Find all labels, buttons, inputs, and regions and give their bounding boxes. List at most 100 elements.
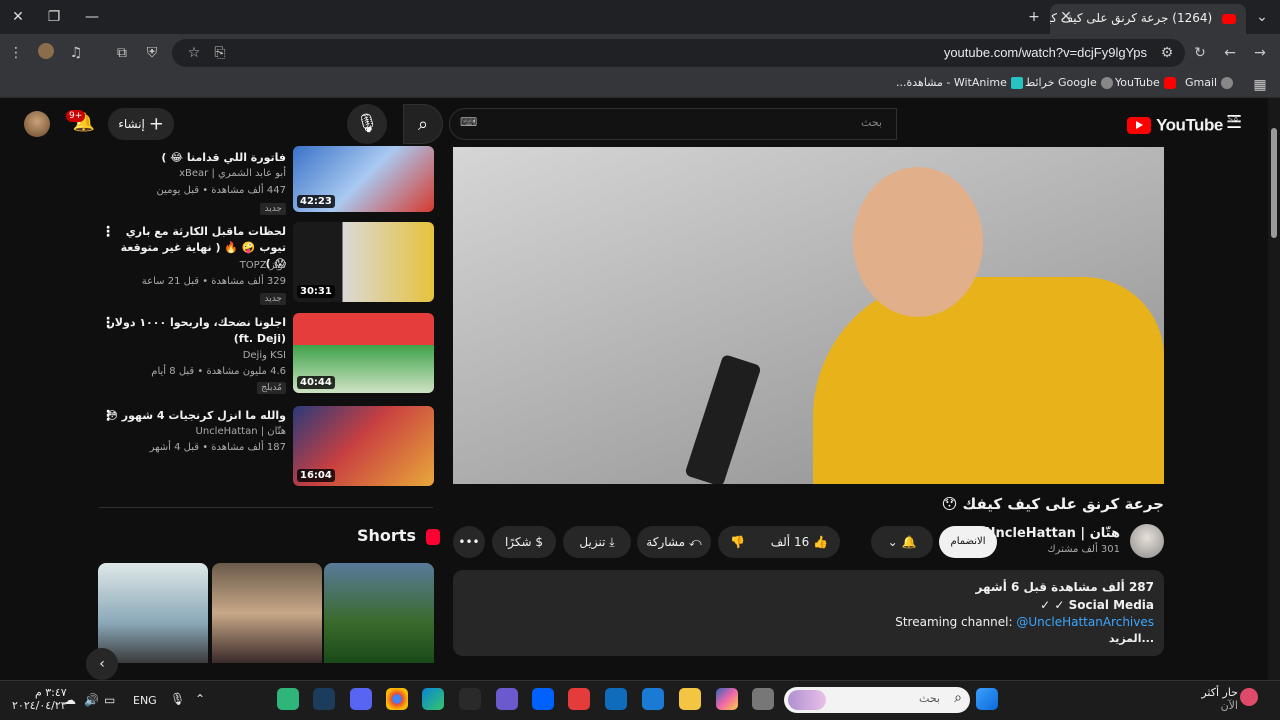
description-box[interactable]: 287 ألف مشاهدة قبل 6 أشهر Social Media ✓… [453,570,1164,656]
short-thumbnail[interactable] [98,563,208,663]
search-input[interactable]: بحث ⌨ [449,108,897,140]
windows-start-icon[interactable] [976,688,998,710]
edge-icon[interactable] [422,688,444,710]
video-thumbnail[interactable]: 16:04 [293,406,434,486]
bookmark-witanime[interactable]: WitAnime - مشاهدة... [896,76,1023,89]
app-icon[interactable] [568,688,590,710]
close-window-icon[interactable]: ✕ [6,6,30,28]
more-actions-button[interactable]: ••• [453,526,485,558]
bookmark-maps[interactable]: Google خرائط [1025,76,1113,89]
video-thumbnail[interactable]: 40:44 [293,313,434,393]
profile-icon[interactable] [36,43,56,63]
video-thumbnail[interactable]: 42:23 [293,146,434,212]
subscribed-button[interactable]: 🔔 ⌄ [871,526,933,558]
close-tab-icon[interactable]: ✕ [1054,6,1078,28]
show-more-link[interactable]: ...المزيد [1109,632,1154,645]
like-button[interactable]: 👍 16 ألف [771,526,828,558]
screenshot-icon[interactable]: ⎘ [210,43,230,63]
video-title: جرعة كرنق على كيف كيفك 😯 [941,495,1164,513]
video-player[interactable] [453,147,1164,484]
language-indicator[interactable]: ENG [133,694,157,707]
network-icon[interactable]: ▭ [104,693,115,707]
copilot-icon[interactable] [716,688,738,710]
weather-widget[interactable]: حار أكثر الآن [1198,686,1238,712]
shorts-prev-button[interactable]: ‹ [86,648,118,680]
volume-icon[interactable]: 🔊 [84,693,99,707]
youtube-favicon-icon [1222,13,1236,24]
cloud-icon[interactable]: ☁ [64,693,76,707]
channel-link[interactable]: @UncleHattanArchives [1016,615,1154,629]
divider [99,507,433,508]
clock[interactable]: ٣:٤٧ م ٢٠٢٤/٠٤/٢٣ [12,686,67,712]
search-icon: ⌕ [954,690,962,706]
short-thumbnail[interactable] [212,563,322,663]
plus-icon: + [148,113,164,135]
app-icon[interactable] [277,688,299,710]
new-tab-icon[interactable]: + [1022,6,1046,28]
tray-expand-icon[interactable]: ⌃ [195,692,205,706]
related-video-item[interactable]: 42:23 فاتورة اللي قدامنا 😂 ) أبو عابد ال… [100,146,436,218]
app-icon[interactable] [496,688,518,710]
mic-icon[interactable]: 🎙 [170,692,185,706]
store-icon[interactable] [642,688,664,710]
join-button[interactable]: الانضمام [939,526,997,558]
related-video-item[interactable]: 16:04 ⋮ والله ما انزل كرنجيات 4 شهور 😳 ه… [100,406,436,488]
related-video-item[interactable]: 30:31 ⋮ لحظات ماقبل الكارثة مع باري تيوب… [100,222,436,305]
notifications-button[interactable]: 🔔 9+ [66,110,96,136]
share-button[interactable]: ⤺ مشاركة [637,526,711,558]
media-icon[interactable]: ♫ [66,43,86,63]
menu-icon[interactable]: ⋮ [6,43,26,63]
chevron-down-icon: ⌄ [887,535,898,549]
avatar[interactable] [24,111,50,137]
epic-games-icon[interactable] [459,688,481,710]
maximize-icon[interactable]: ❐ [42,6,66,28]
channel-avatar[interactable] [1130,524,1164,558]
app-icon[interactable] [752,688,774,710]
description-line: Social Media ✓ ✓ [1040,598,1154,612]
thanks-button[interactable]: $ شكرًا [492,526,556,558]
youtube-logo[interactable]: YouTube SA [1127,115,1239,135]
discord-icon[interactable] [350,688,372,710]
channel-name[interactable]: هتّان | UncleHattan [985,526,1120,541]
related-video-item[interactable]: 40:44 ⋮ اجلونا نضحك، واربحوا ١٠٠٠ دولار … [100,313,436,395]
search-highlight-icon [788,690,826,710]
forward-icon[interactable]: ← [1220,43,1240,63]
download-button[interactable]: ⤓ تنزيل [563,526,631,558]
bookmark-gmail[interactable]: Gmail [1185,76,1234,89]
chrome-icon[interactable] [386,688,408,710]
bookmark-youtube[interactable]: YouTube [1115,76,1176,89]
dislike-button[interactable]: 👎 [730,526,745,558]
extensions-icon[interactable]: ⧉ [112,43,132,63]
microphone-icon: 🎙 [355,113,379,134]
download-icon: ⤓ [609,535,615,549]
shield-icon[interactable]: ⛨ [142,43,162,63]
reload-icon[interactable]: ↻ [1190,43,1210,63]
subscriber-count: 301 ألف مشترك [1047,544,1120,555]
search-icon: ⌕ [417,114,429,135]
outlook-icon[interactable] [605,688,627,710]
browser-tab[interactable]: (1264) جرعة كرنق على كيف كيفك [1050,4,1246,34]
youtube-play-icon [1127,117,1151,134]
video-thumbnail[interactable]: 30:31 [293,222,434,302]
address-bar[interactable]: ☆ ⎘ youtube.com/watch?v=dcjFy9lgYps ⚙ [172,39,1185,67]
page-scrollbar[interactable] [1268,98,1280,680]
steam-icon[interactable] [313,688,335,710]
taskbar-search[interactable]: بحث ⌕ [784,687,970,713]
views-date: 287 ألف مشاهدة قبل 6 أشهر [975,580,1154,594]
file-explorer-icon[interactable] [679,688,701,710]
bell-icon: 🔔 [901,535,917,549]
create-button[interactable]: + إنشاء [108,108,174,140]
site-settings-icon[interactable]: ⚙ [1157,43,1177,63]
voice-search-button[interactable]: 🎙 [347,104,387,144]
dropbox-icon[interactable] [532,688,554,710]
tab-search-icon[interactable]: ⌄ [1250,6,1274,28]
keyboard-icon[interactable]: ⌨ [460,115,477,129]
search-button[interactable]: ⌕ [403,104,443,144]
minimize-icon[interactable]: — [80,6,104,28]
bookmark-star-icon[interactable]: ☆ [184,43,204,63]
short-thumbnail[interactable] [324,563,434,663]
back-icon[interactable]: → [1250,43,1270,63]
scrollbar-thumb[interactable] [1271,128,1277,238]
apps-grid-icon[interactable]: ▦ [1250,75,1270,95]
windows-taskbar [0,680,1280,720]
